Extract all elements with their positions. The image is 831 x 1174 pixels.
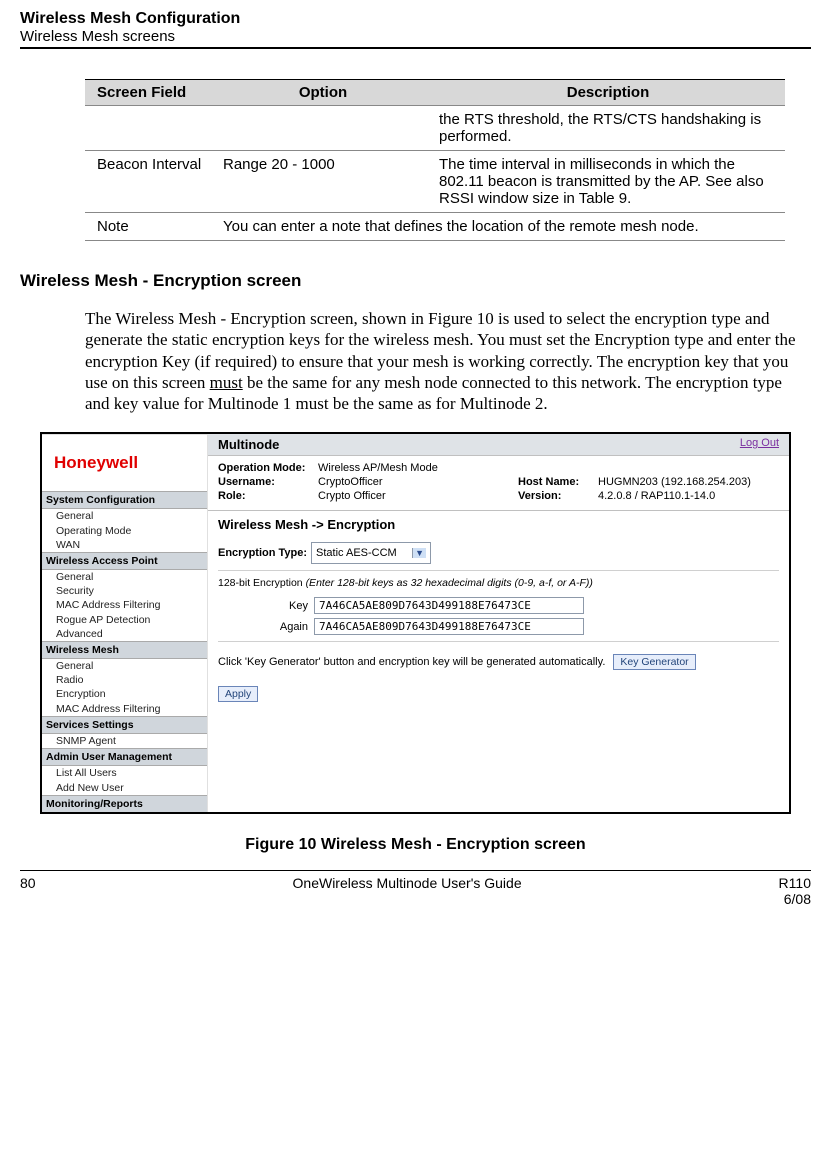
info-value: Wireless AP/Mesh Mode [318,462,518,474]
screenshot-main: Multinode Log Out Operation Mode: Wirele… [207,434,789,812]
nav-item[interactable]: Security [42,584,207,598]
honeywell-logo: Honeywell [42,435,207,491]
nav-group: Services Settings [42,716,207,734]
table-cell [215,106,431,151]
table-row: Note You can enter a note that defines t… [85,213,785,241]
divider [218,570,779,571]
nav-item[interactable]: List All Users [42,766,207,780]
key-input[interactable]: 7A46CA5AE809D7643D499188E76473CE [314,597,584,614]
nav-item[interactable]: General [42,570,207,584]
screenshot-band: Multinode Log Out [208,434,789,456]
table-cell: Range 20 - 1000 [215,151,431,213]
key-generator-button[interactable]: Key Generator [613,654,695,670]
table-row: the RTS threshold, the RTS/CTS handshaki… [85,106,785,151]
nav-item[interactable]: Rogue AP Detection [42,613,207,627]
nav-group: System Configuration [42,491,207,509]
parameter-table: Screen Field Option Description the RTS … [85,79,785,241]
nav-group: Monitoring/Reports [42,795,207,813]
key-spec-note: 128-bit Encryption (Enter 128-bit keys a… [218,577,779,589]
nav-item[interactable]: WAN [42,538,207,552]
table-header-desc: Description [431,80,785,106]
info-value: Crypto Officer [318,490,518,502]
table-header-field: Screen Field [85,80,215,106]
chevron-down-icon: ▼ [412,548,426,558]
screenshot-figure: Honeywell System Configuration General O… [40,432,791,814]
info-grid: Operation Mode: Wireless AP/Mesh Mode Us… [208,456,789,511]
encryption-form: Encryption Type: Static AES-CCM ▼ 128-bi… [208,534,789,706]
page-footer: 80 OneWireless Multinode User's Guide R1… [20,870,811,907]
nav-item[interactable]: SNMP Agent [42,734,207,748]
encryption-type-select[interactable]: Static AES-CCM ▼ [311,542,431,564]
table-row: Beacon Interval Range 20 - 1000 The time… [85,151,785,213]
band-title: Multinode [218,437,279,452]
encryption-type-label: Encryption Type: [218,547,311,559]
divider [218,641,779,642]
nav-group: Admin User Management [42,748,207,766]
footer-page-number: 80 [20,875,36,907]
info-label: Role: [218,490,318,502]
info-label: Operation Mode: [218,462,318,474]
para-underline: must [210,373,243,392]
nav-group: Wireless Access Point [42,552,207,570]
section-paragraph: The Wireless Mesh - Encryption screen, s… [85,308,796,414]
page-header-title: Wireless Mesh Configuration [20,10,811,28]
content-section-title: Wireless Mesh -> Encryption [208,511,789,534]
footer-center: OneWireless Multinode User's Guide [293,875,522,907]
keyspec-italic: (Enter 128-bit keys as 32 hexadecimal di… [306,577,593,589]
info-label: Username: [218,476,318,488]
nav-item[interactable]: MAC Address Filtering [42,598,207,612]
table-cell: You can enter a note that defines the lo… [215,213,785,241]
footer-right-1: R110 [779,875,811,891]
table-cell: Note [85,213,215,241]
nav-item[interactable]: Add New User [42,781,207,795]
logout-link[interactable]: Log Out [740,437,779,452]
sidebar-nav: System Configuration General Operating M… [42,491,207,814]
nav-item[interactable]: System Status [42,813,207,814]
nav-item[interactable]: MAC Address Filtering [42,702,207,716]
key-again-input[interactable]: 7A46CA5AE809D7643D499188E76473CE [314,618,584,635]
keyspec-text: 128-bit Encryption [218,577,306,589]
nav-item[interactable]: General [42,659,207,673]
screenshot-sidebar: Honeywell System Configuration General O… [42,434,207,812]
select-value: Static AES-CCM [316,547,397,559]
page-header-subtitle: Wireless Mesh screens [20,28,811,45]
info-value: CryptoOfficer [318,476,518,488]
info-label: Version: [518,490,598,502]
keygen-text: Click 'Key Generator' button and encrypt… [218,656,605,668]
table-cell: Beacon Interval [85,151,215,213]
again-label: Again [218,621,314,633]
nav-item[interactable]: General [42,509,207,523]
nav-group: Wireless Mesh [42,641,207,659]
table-cell: The time interval in milliseconds in whi… [431,151,785,213]
info-value: 4.2.0.8 / RAP110.1-14.0 [598,490,779,502]
info-value: HUGMN203 (192.168.254.203) [598,476,779,488]
key-label: Key [218,600,314,612]
apply-button[interactable]: Apply [218,686,258,702]
header-rule [20,47,811,49]
section-heading: Wireless Mesh - Encryption screen [20,271,811,291]
nav-item[interactable]: Radio [42,673,207,687]
table-cell [85,106,215,151]
nav-item[interactable]: Encryption [42,687,207,701]
figure-caption: Figure 10 Wireless Mesh - Encryption scr… [20,836,811,854]
table-cell: the RTS threshold, the RTS/CTS handshaki… [431,106,785,151]
table-header-option: Option [215,80,431,106]
nav-item[interactable]: Operating Mode [42,524,207,538]
info-label: Host Name: [518,476,598,488]
footer-right-2: 6/08 [784,891,811,907]
nav-item[interactable]: Advanced [42,627,207,641]
